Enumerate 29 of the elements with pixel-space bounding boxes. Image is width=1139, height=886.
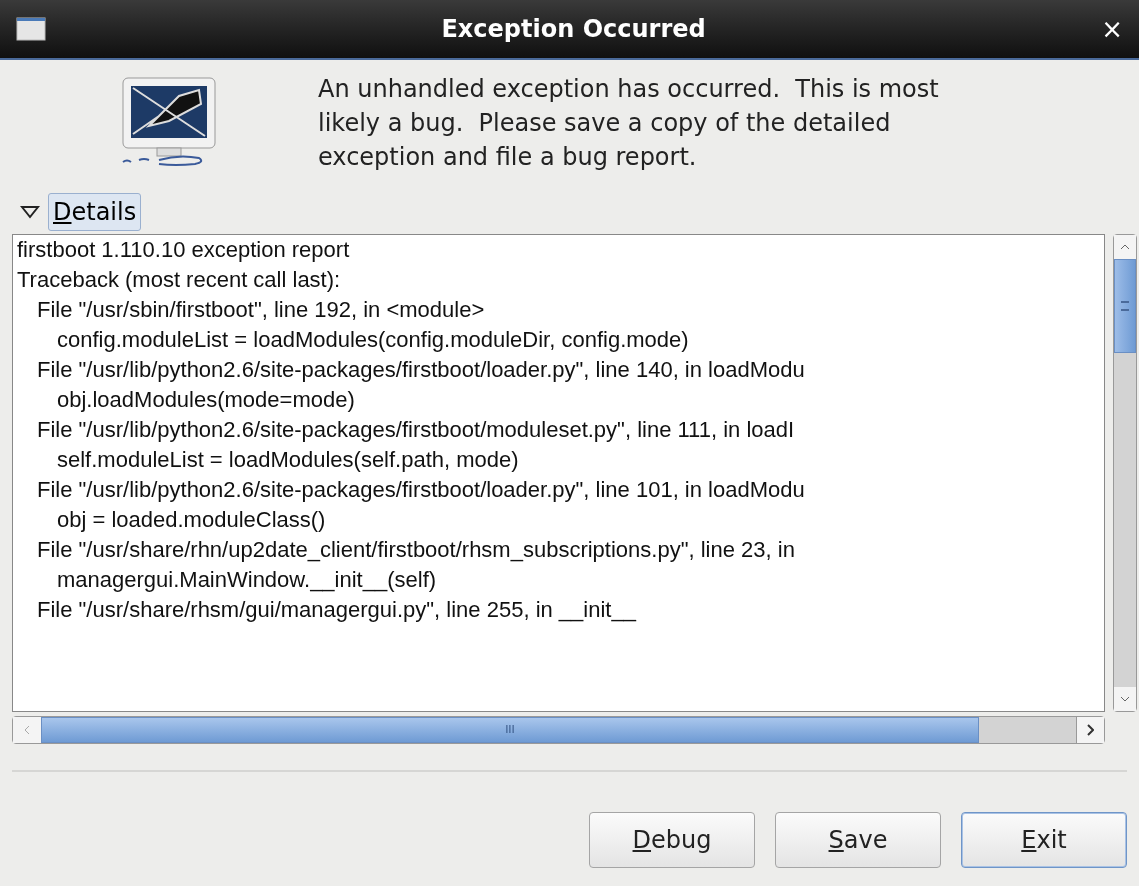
report-line: managergui.MainWindow.__init__(self) [56,566,438,594]
crashed-computer-icon [119,76,219,168]
scroll-right-icon[interactable] [1076,717,1104,743]
report-line: config.moduleList = loadModules(config.moduleDir, config.mode) [56,326,690,354]
window-title: Exception Occurred [441,14,706,45]
error-message: An unhandled exception has occurred. This is most likely a bug. Please save a copy of the detailed exception and file a bug report. [318,74,940,173]
report-line: obj.loadModules(mode=mode) [56,386,356,414]
window-icon [16,17,46,41]
report-line: self.moduleList = loadModules(self.path, mode) [56,446,520,474]
report-line: File "/usr/lib/python2.6/site-packages/firstboot/loader.py", line 140, in loadModu [36,356,806,384]
report-line: obj = loaded.moduleClass() [56,506,327,534]
report-line: File "/usr/share/rhn/up2date_client/firstboot/rhsm_subscriptions.py", line 23, in [36,536,796,564]
dialog-button[interactable]: Save [775,812,941,868]
scroll-up-icon[interactable] [1114,235,1136,259]
dialog-button[interactable]: Debug [589,812,755,868]
report-line: File "/usr/share/rhsm/gui/managergui.py", line 255, in __init__ [36,596,638,624]
scrollbar-thumb[interactable] [1114,259,1136,353]
report-line: File "/usr/lib/python2.6/site-packages/firstboot/loader.py", line 101, in loadModu [36,476,806,504]
report-line: File "/usr/lib/python2.6/site-packages/firstboot/moduleset.py", line 111, in loadI [36,416,796,444]
dialog-button[interactable]: Exit [961,812,1127,868]
vertical-scrollbar[interactable] [1113,234,1137,712]
close-button[interactable]: × [1101,16,1123,42]
report-line: File "/usr/sbin/firstboot", line 192, in <module> [36,296,486,324]
report-line: firstboot 1.110.10 exception report [17,236,351,264]
scroll-down-icon[interactable] [1114,687,1136,711]
scroll-left-icon[interactable] [13,717,41,743]
details-expander[interactable]: Details [48,193,142,231]
expander-triangle-icon[interactable] [20,205,40,219]
report-line: Traceback (most recent call last): [17,266,342,294]
